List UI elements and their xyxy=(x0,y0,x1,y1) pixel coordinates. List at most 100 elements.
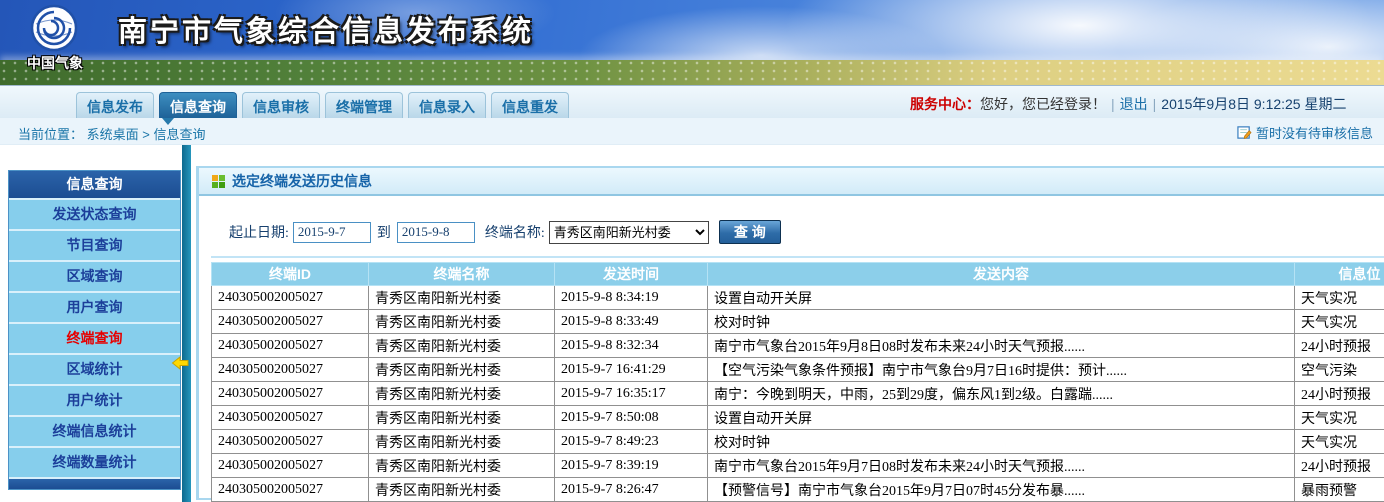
to-label: 到 xyxy=(377,222,391,242)
col-header-terminal-id: 终端ID xyxy=(212,263,369,286)
cell-info-type: 天气实况 xyxy=(1295,310,1384,334)
nav-tab[interactable]: 信息发布 xyxy=(76,92,154,118)
cell-send-content: 【空气污染气象条件预报】南宁市气象台9月7日16时提供：预计...... xyxy=(708,358,1295,382)
cell-terminal-id: 240305002005027 xyxy=(212,358,369,382)
nav-tab[interactable]: 信息重发 xyxy=(491,92,569,118)
cell-terminal-id: 240305002005027 xyxy=(212,286,369,310)
banner-field-photo xyxy=(0,60,1384,85)
collapse-sidebar-arrow-icon[interactable] xyxy=(171,356,189,370)
nav-tab[interactable]: 终端管理 xyxy=(325,92,403,118)
cell-send-content: 设置自动开关屏 xyxy=(708,286,1295,310)
cell-info-type: 天气实况 xyxy=(1295,406,1384,430)
cell-terminal-name: 青秀区南阳新光村委 xyxy=(369,358,555,382)
cell-info-type: 24小时预报 xyxy=(1295,454,1384,478)
cell-send-time: 2015-9-7 16:35:17 xyxy=(555,382,708,406)
form-separator xyxy=(211,256,1384,258)
nav-tab[interactable]: 信息查询 xyxy=(159,92,237,118)
table-row: 240305002005027 青秀区南阳新光村委 2015-9-7 8:26:… xyxy=(212,478,1384,502)
modules-grid-icon xyxy=(212,175,225,188)
cell-terminal-name: 青秀区南阳新光村委 xyxy=(369,382,555,406)
date-to-input[interactable] xyxy=(397,222,475,243)
cell-terminal-name: 青秀区南阳新光村委 xyxy=(369,310,555,334)
pending-review-note[interactable]: 暂时没有待审核信息 xyxy=(1237,123,1373,142)
breadcrumb-current-link[interactable]: 信息查询 xyxy=(154,127,206,142)
query-form: 起止日期: 到 终端名称: 青秀区南阳新光村委 查 询 xyxy=(229,220,1384,244)
nav-tab[interactable]: 信息审核 xyxy=(242,92,320,118)
cell-send-content: 校对时钟 xyxy=(708,310,1295,334)
cell-terminal-id: 240305002005027 xyxy=(212,454,369,478)
sidebar-item[interactable]: 用户统计 xyxy=(9,384,180,415)
terminal-select[interactable]: 青秀区南阳新光村委 xyxy=(549,221,709,244)
sidebar-header: 信息查询 xyxy=(9,171,180,198)
cell-send-time: 2015-9-8 8:33:49 xyxy=(555,310,708,334)
login-greeting: 您好，您已经登录！ xyxy=(980,96,1106,112)
table-row: 240305002005027 青秀区南阳新光村委 2015-9-8 8:33:… xyxy=(212,310,1384,334)
cell-send-time: 2015-9-7 8:26:47 xyxy=(555,478,708,502)
cell-info-type: 空气污染 xyxy=(1295,358,1384,382)
cell-send-time: 2015-9-7 8:49:23 xyxy=(555,430,708,454)
breadcrumb-bar: 当前位置： 系统桌面 > 信息查询 暂时没有待审核信息 xyxy=(0,118,1384,145)
date-range-label: 起止日期: xyxy=(229,222,289,242)
nav-tabs: 信息发布信息查询信息审核终端管理信息录入信息重发 xyxy=(76,92,569,118)
breadcrumb: 当前位置： 系统桌面 > 信息查询 xyxy=(18,124,206,143)
panel-header: 选定终端发送历史信息 xyxy=(199,168,1384,196)
terminal-name-label: 终端名称: xyxy=(485,222,545,242)
table-row: 240305002005027 青秀区南阳新光村委 2015-9-8 8:32:… xyxy=(212,334,1384,358)
history-table-body: 240305002005027 青秀区南阳新光村委 2015-9-8 8:34:… xyxy=(212,286,1384,502)
cell-send-time: 2015-9-7 8:50:08 xyxy=(555,406,708,430)
cell-terminal-id: 240305002005027 xyxy=(212,382,369,406)
nav-tab[interactable]: 信息录入 xyxy=(408,92,486,118)
cell-info-type: 天气实况 xyxy=(1295,430,1384,454)
cell-send-content: 南宁市气象台2015年9月7日08时发布未来24小时天气预报...... xyxy=(708,454,1295,478)
cell-terminal-name: 青秀区南阳新光村委 xyxy=(369,478,555,502)
col-header-terminal-name: 终端名称 xyxy=(369,263,555,286)
sidebar-item[interactable]: 区域统计 xyxy=(9,353,180,384)
sidebar-item[interactable]: 终端信息统计 xyxy=(9,415,180,446)
separator: | xyxy=(1111,96,1115,112)
table-row: 240305002005027 青秀区南阳新光村委 2015-9-7 8:49:… xyxy=(212,430,1384,454)
cell-terminal-name: 青秀区南阳新光村委 xyxy=(369,454,555,478)
cell-send-content: 南宁市气象台2015年9月8日08时发布未来24小时天气预报...... xyxy=(708,334,1295,358)
table-row: 240305002005027 青秀区南阳新光村委 2015-9-7 8:50:… xyxy=(212,406,1384,430)
col-header-send-content: 发送内容 xyxy=(708,263,1295,286)
col-header-send-time: 发送时间 xyxy=(555,263,708,286)
sidebar-item[interactable]: 节目查询 xyxy=(9,229,180,260)
cell-terminal-id: 240305002005027 xyxy=(212,334,369,358)
navbar: 信息发布信息查询信息审核终端管理信息录入信息重发 服务中心：您好，您已经登录！ |… xyxy=(0,86,1384,118)
cell-send-content: 校对时钟 xyxy=(708,430,1295,454)
datetime-text: 2015年9月8日 9:12:25 星期二 xyxy=(1161,96,1346,112)
note-icon xyxy=(1237,125,1252,140)
logout-link[interactable]: 退出 xyxy=(1120,96,1148,112)
cell-send-content: 【预警信号】南宁市气象台2015年9月7日07时45分发布暴...... xyxy=(708,478,1295,502)
cell-info-type: 暴雨预警 xyxy=(1295,478,1384,502)
sidebar-menu: 发送状态查询节目查询区域查询用户查询终端查询区域统计用户统计终端信息统计终端数量… xyxy=(9,198,180,477)
sidebar: 信息查询 发送状态查询节目查询区域查询用户查询终端查询区域统计用户统计终端信息统… xyxy=(8,170,181,490)
query-button[interactable]: 查 询 xyxy=(719,220,781,244)
history-table: 终端ID 终端名称 发送时间 发送内容 信息位 240305002005027 … xyxy=(211,262,1384,502)
pending-review-text: 暂时没有待审核信息 xyxy=(1256,123,1373,142)
breadcrumb-home-link[interactable]: 系统桌面 xyxy=(87,127,139,142)
cell-info-type: 天气实况 xyxy=(1295,286,1384,310)
main-panel: 选定终端发送历史信息 起止日期: 到 终端名称: 青秀区南阳新光村委 查 询 终… xyxy=(196,166,1384,500)
site-title: 南宁市气象综合信息发布系统 xyxy=(118,8,534,50)
cell-send-time: 2015-9-7 16:41:29 xyxy=(555,358,708,382)
cell-terminal-id: 240305002005027 xyxy=(212,478,369,502)
cell-send-content: 南宁：今晚到明天，中雨，25到29度，偏东风1到2级。白露踹...... xyxy=(708,382,1295,406)
sidebar-item[interactable]: 终端查询 xyxy=(9,322,180,353)
table-row: 240305002005027 青秀区南阳新光村委 2015-9-7 8:39:… xyxy=(212,454,1384,478)
sidebar-item[interactable]: 终端数量统计 xyxy=(9,446,180,477)
sidebar-item[interactable]: 区域查询 xyxy=(9,260,180,291)
table-row: 240305002005027 青秀区南阳新光村委 2015-9-7 16:35… xyxy=(212,382,1384,406)
cell-terminal-id: 240305002005027 xyxy=(212,406,369,430)
banner: 中国气象 南宁市气象综合信息发布系统 xyxy=(0,0,1384,86)
breadcrumb-label: 当前位置： xyxy=(18,127,83,142)
sidebar-item[interactable]: 发送状态查询 xyxy=(9,198,180,229)
history-table-head: 终端ID 终端名称 发送时间 发送内容 信息位 xyxy=(212,263,1384,286)
breadcrumb-separator: > xyxy=(142,127,150,142)
date-from-input[interactable] xyxy=(293,222,371,243)
sidebar-item[interactable]: 用户查询 xyxy=(9,291,180,322)
table-row: 240305002005027 青秀区南阳新光村委 2015-9-8 8:34:… xyxy=(212,286,1384,310)
cma-logo-icon xyxy=(30,4,78,52)
cell-terminal-name: 青秀区南阳新光村委 xyxy=(369,286,555,310)
service-center-label: 服务中心： xyxy=(910,96,980,112)
